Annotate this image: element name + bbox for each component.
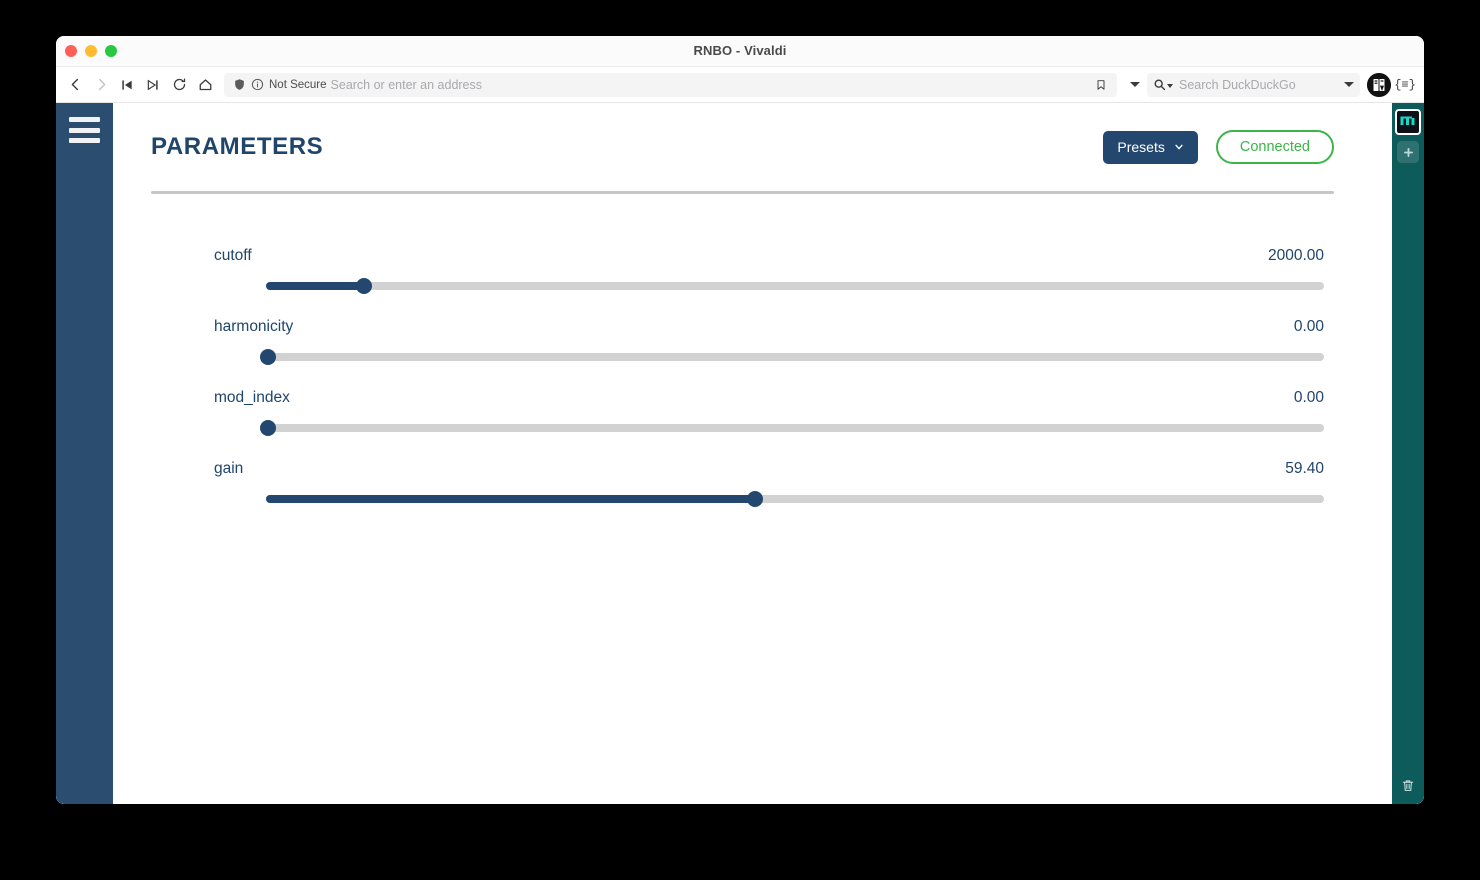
slider-thumb[interactable] (356, 278, 373, 294)
content-area: PARAMETERS Presets Connected cutoff 2000.… (56, 103, 1424, 804)
parameter-row: gain 59.40 (151, 460, 1334, 507)
shield-icon[interactable] (230, 76, 248, 94)
search-engine-caret-icon[interactable] (1167, 84, 1173, 88)
parameter-slider[interactable] (266, 278, 1324, 294)
address-bar[interactable]: Not Secure (224, 72, 1117, 97)
parameter-header: harmonicity 0.00 (151, 318, 1334, 336)
bookmark-icon[interactable] (1091, 75, 1111, 95)
slider-thumb[interactable] (260, 420, 277, 436)
trash-button[interactable] (1397, 774, 1419, 796)
rnbo-parameters-page: PARAMETERS Presets Connected cutoff 2000.… (113, 103, 1392, 804)
fast-forward-button[interactable] (140, 72, 166, 98)
parameter-slider[interactable] (266, 491, 1324, 507)
profile-avatar[interactable] (1367, 72, 1391, 97)
parameter-row: mod_index 0.00 (151, 389, 1334, 436)
address-input[interactable] (330, 77, 1091, 92)
search-input[interactable] (1179, 77, 1340, 92)
parameter-value: 2000.00 (1267, 247, 1324, 264)
parameter-row: cutoff 2000.00 (151, 247, 1334, 294)
parameter-label: gain (214, 460, 244, 477)
home-button[interactable] (192, 72, 218, 98)
parameter-slider[interactable] (260, 349, 1324, 365)
slider-thumb[interactable] (746, 491, 763, 507)
hamburger-bar (69, 127, 100, 133)
extension-glyph-icon (1400, 116, 1415, 125)
slider-track[interactable] (266, 282, 1324, 290)
presets-button-label: Presets (1117, 139, 1165, 155)
hamburger-menu-icon[interactable] (69, 117, 100, 143)
plus-icon (1403, 147, 1413, 157)
trash-icon (1402, 779, 1414, 791)
parameter-header: cutoff 2000.00 (151, 247, 1334, 265)
extension-panel (1392, 103, 1424, 804)
extension-icon[interactable] (1395, 109, 1421, 135)
header-actions: Presets Connected (1103, 130, 1334, 164)
panel-toggle-button[interactable]: {≡} (1394, 74, 1416, 96)
hamburger-bar (69, 117, 100, 122)
add-extension-button[interactable] (1397, 141, 1419, 163)
parameter-value: 59.40 (1285, 460, 1324, 477)
bookmark-dropdown-caret-icon[interactable] (1130, 82, 1140, 87)
security-status-label: Not Secure (269, 78, 327, 91)
parameter-header: gain 59.40 (151, 460, 1334, 478)
parameter-label: harmonicity (214, 318, 294, 335)
slider-track[interactable] (266, 353, 1324, 361)
reload-button[interactable] (166, 72, 192, 98)
slider-fill (266, 495, 755, 503)
page-header: PARAMETERS Presets Connected (113, 103, 1392, 191)
presets-button[interactable]: Presets (1103, 130, 1198, 164)
app-sidebar (56, 103, 113, 804)
parameter-header: mod_index 0.00 (151, 389, 1334, 407)
parameter-value: 0.00 (1293, 389, 1324, 406)
parameter-slider[interactable] (260, 420, 1324, 436)
chevron-down-icon (1175, 144, 1183, 150)
browser-window: RNBO - Vivaldi Not Secure Search or ente… (56, 36, 1424, 804)
forward-button[interactable] (88, 72, 114, 98)
parameters-list: cutoff 2000.00 harmonicity 0.00 mod_index 0.0… (113, 194, 1392, 507)
parameter-value: 0.00 (1293, 318, 1324, 335)
info-circle-icon[interactable] (248, 76, 266, 94)
connection-status-badge[interactable]: Connected (1215, 130, 1334, 164)
title-bar: RNBO - Vivaldi (56, 36, 1424, 67)
search-icon[interactable] (1153, 78, 1166, 91)
slider-fill (266, 282, 365, 290)
search-bar[interactable] (1147, 72, 1360, 97)
parameter-label: mod_index (214, 389, 290, 406)
extension-panel-top (1395, 103, 1421, 163)
parameter-row: harmonicity 0.00 (151, 318, 1334, 365)
slider-thumb[interactable] (260, 349, 277, 365)
search-dropdown-caret-icon[interactable] (1344, 82, 1354, 87)
window-title: RNBO - Vivaldi (693, 43, 787, 58)
slider-track[interactable] (266, 424, 1324, 432)
navigation-toolbar: Not Secure {≡} (56, 67, 1424, 103)
rewind-button[interactable] (114, 72, 140, 98)
parameter-label: cutoff (214, 247, 252, 264)
hamburger-bar (69, 138, 100, 143)
page-title: PARAMETERS (151, 133, 324, 160)
back-button[interactable] (62, 72, 88, 98)
